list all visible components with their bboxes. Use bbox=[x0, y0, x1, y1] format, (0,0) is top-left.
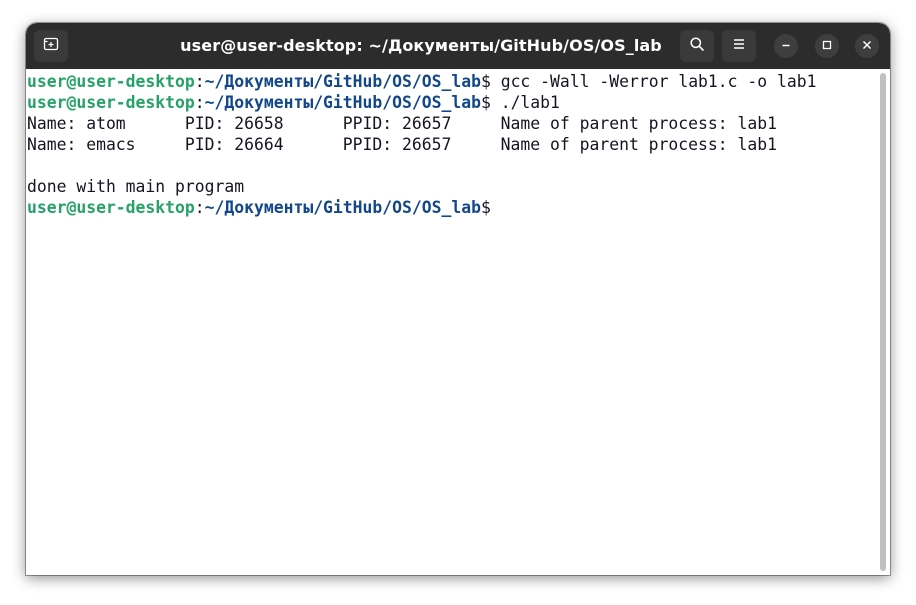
new-tab-icon bbox=[43, 36, 59, 57]
prompt-path: ~/Документы/GitHub/OS/OS_lab bbox=[204, 198, 481, 217]
terminal-output-line: Name: atom PID: 26658 PPID: 26657 Name o… bbox=[27, 114, 777, 133]
prompt-user: user@user-desktop bbox=[27, 198, 195, 217]
close-button[interactable] bbox=[855, 34, 879, 58]
command-text: gcc -Wall -Werror lab1.c -o lab1 bbox=[490, 72, 817, 91]
prompt-user: user@user-desktop bbox=[27, 93, 195, 112]
terminal-window: user@user-desktop: ~/Документы/GitHub/OS… bbox=[26, 23, 890, 575]
search-icon bbox=[689, 36, 705, 57]
new-tab-button[interactable] bbox=[34, 30, 68, 62]
minimize-button[interactable] bbox=[774, 34, 798, 58]
prompt-dollar: $ bbox=[480, 198, 491, 217]
scrollbar[interactable] bbox=[880, 73, 886, 571]
terminal-line-prompt-command: user@user-desktop:~/Документы/GitHub/OS/… bbox=[27, 92, 878, 113]
search-button[interactable] bbox=[680, 30, 714, 62]
hamburger-menu-icon bbox=[732, 37, 746, 55]
prompt-path: ~/Документы/GitHub/OS/OS_lab bbox=[204, 93, 481, 112]
terminal-output-line: done with main program bbox=[27, 177, 245, 196]
maximize-icon bbox=[822, 37, 832, 55]
terminal-output-line: Name: emacs PID: 26664 PPID: 26657 Name … bbox=[27, 135, 777, 154]
terminal-line-prompt-command: user@user-desktop:~/Документы/GitHub/OS/… bbox=[27, 71, 878, 92]
terminal-line-prompt: user@user-desktop:~/Документы/GitHub/OS/… bbox=[27, 197, 878, 218]
close-icon bbox=[862, 37, 872, 55]
prompt-dollar: $ bbox=[480, 93, 491, 112]
title-bar[interactable]: user@user-desktop: ~/Документы/GitHub/OS… bbox=[26, 23, 890, 69]
maximize-button[interactable] bbox=[815, 34, 839, 58]
menu-button[interactable] bbox=[722, 30, 756, 62]
command-text: ./lab1 bbox=[490, 93, 560, 112]
prompt-colon: : bbox=[194, 72, 205, 91]
window-title: user@user-desktop: ~/Документы/GitHub/OS… bbox=[180, 36, 662, 55]
prompt-dollar: $ bbox=[480, 72, 491, 91]
prompt-user: user@user-desktop bbox=[27, 72, 195, 91]
terminal-empty-line bbox=[27, 155, 878, 176]
prompt-colon: : bbox=[194, 198, 205, 217]
terminal-output[interactable]: user@user-desktop:~/Документы/GitHub/OS/… bbox=[26, 69, 878, 575]
prompt-colon: : bbox=[194, 93, 205, 112]
minimize-icon bbox=[781, 37, 791, 55]
prompt-path: ~/Документы/GitHub/OS/OS_lab bbox=[204, 72, 481, 91]
